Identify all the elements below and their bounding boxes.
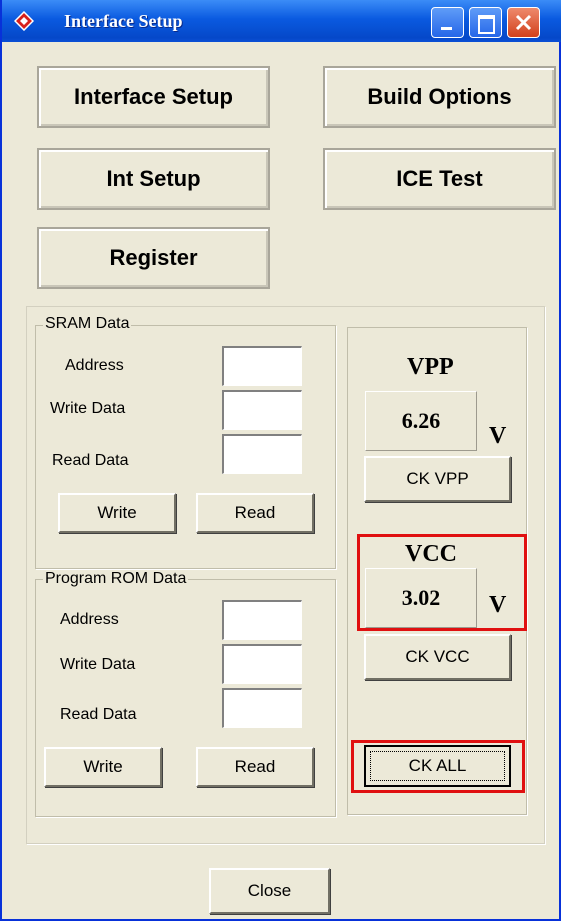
build-options-button[interactable]: Build Options xyxy=(323,66,556,128)
sram-data-title: SRAM Data xyxy=(43,315,132,333)
vpp-label: VPP xyxy=(407,354,454,380)
program-rom-data-title: Program ROM Data xyxy=(43,570,189,588)
maximize-icon xyxy=(478,15,495,34)
vcc-highlight-box xyxy=(357,534,527,631)
vpp-value: 6.26 xyxy=(365,391,477,451)
sram-write-data-field[interactable] xyxy=(222,390,302,430)
int-setup-button[interactable]: Int Setup xyxy=(37,148,270,210)
interface-setup-button[interactable]: Interface Setup xyxy=(37,66,270,128)
window-title: Interface Setup xyxy=(64,11,183,31)
ck-all-highlight-box xyxy=(351,740,525,793)
ice-test-button[interactable]: ICE Test xyxy=(323,148,556,210)
sram-write-button[interactable]: Write xyxy=(58,493,176,533)
diamond-app-icon xyxy=(14,11,34,31)
rom-write-button[interactable]: Write xyxy=(44,747,162,787)
rom-read-data-label: Read Data xyxy=(60,706,137,723)
rom-address-label: Address xyxy=(60,611,119,628)
minimize-icon xyxy=(441,27,452,30)
title-bar[interactable]: Interface Setup xyxy=(2,0,561,42)
rom-write-data-field[interactable] xyxy=(222,644,302,684)
rom-read-data-field[interactable] xyxy=(222,688,302,728)
sram-read-data-field[interactable] xyxy=(222,434,302,474)
maximize-button[interactable] xyxy=(469,7,502,38)
close-icon xyxy=(515,14,532,31)
ck-vcc-button[interactable]: CK VCC xyxy=(364,634,511,680)
interface-setup-window: Interface Setup Interface Setup Build Op… xyxy=(0,0,561,921)
sram-address-field[interactable] xyxy=(222,346,302,386)
rom-write-data-label: Write Data xyxy=(60,656,136,673)
close-button[interactable]: Close xyxy=(209,868,330,914)
register-button[interactable]: Register xyxy=(37,227,270,289)
rom-address-field[interactable] xyxy=(222,600,302,640)
minimize-button[interactable] xyxy=(431,7,464,38)
ck-vpp-button[interactable]: CK VPP xyxy=(364,456,511,502)
rom-read-button[interactable]: Read xyxy=(196,747,314,787)
sram-read-button[interactable]: Read xyxy=(196,493,314,533)
close-window-button[interactable] xyxy=(507,7,540,38)
sram-read-data-label: Read Data xyxy=(52,452,129,469)
vpp-unit: V xyxy=(489,423,507,449)
sram-address-label: Address xyxy=(65,357,124,374)
sram-write-data-label: Write Data xyxy=(50,400,126,417)
